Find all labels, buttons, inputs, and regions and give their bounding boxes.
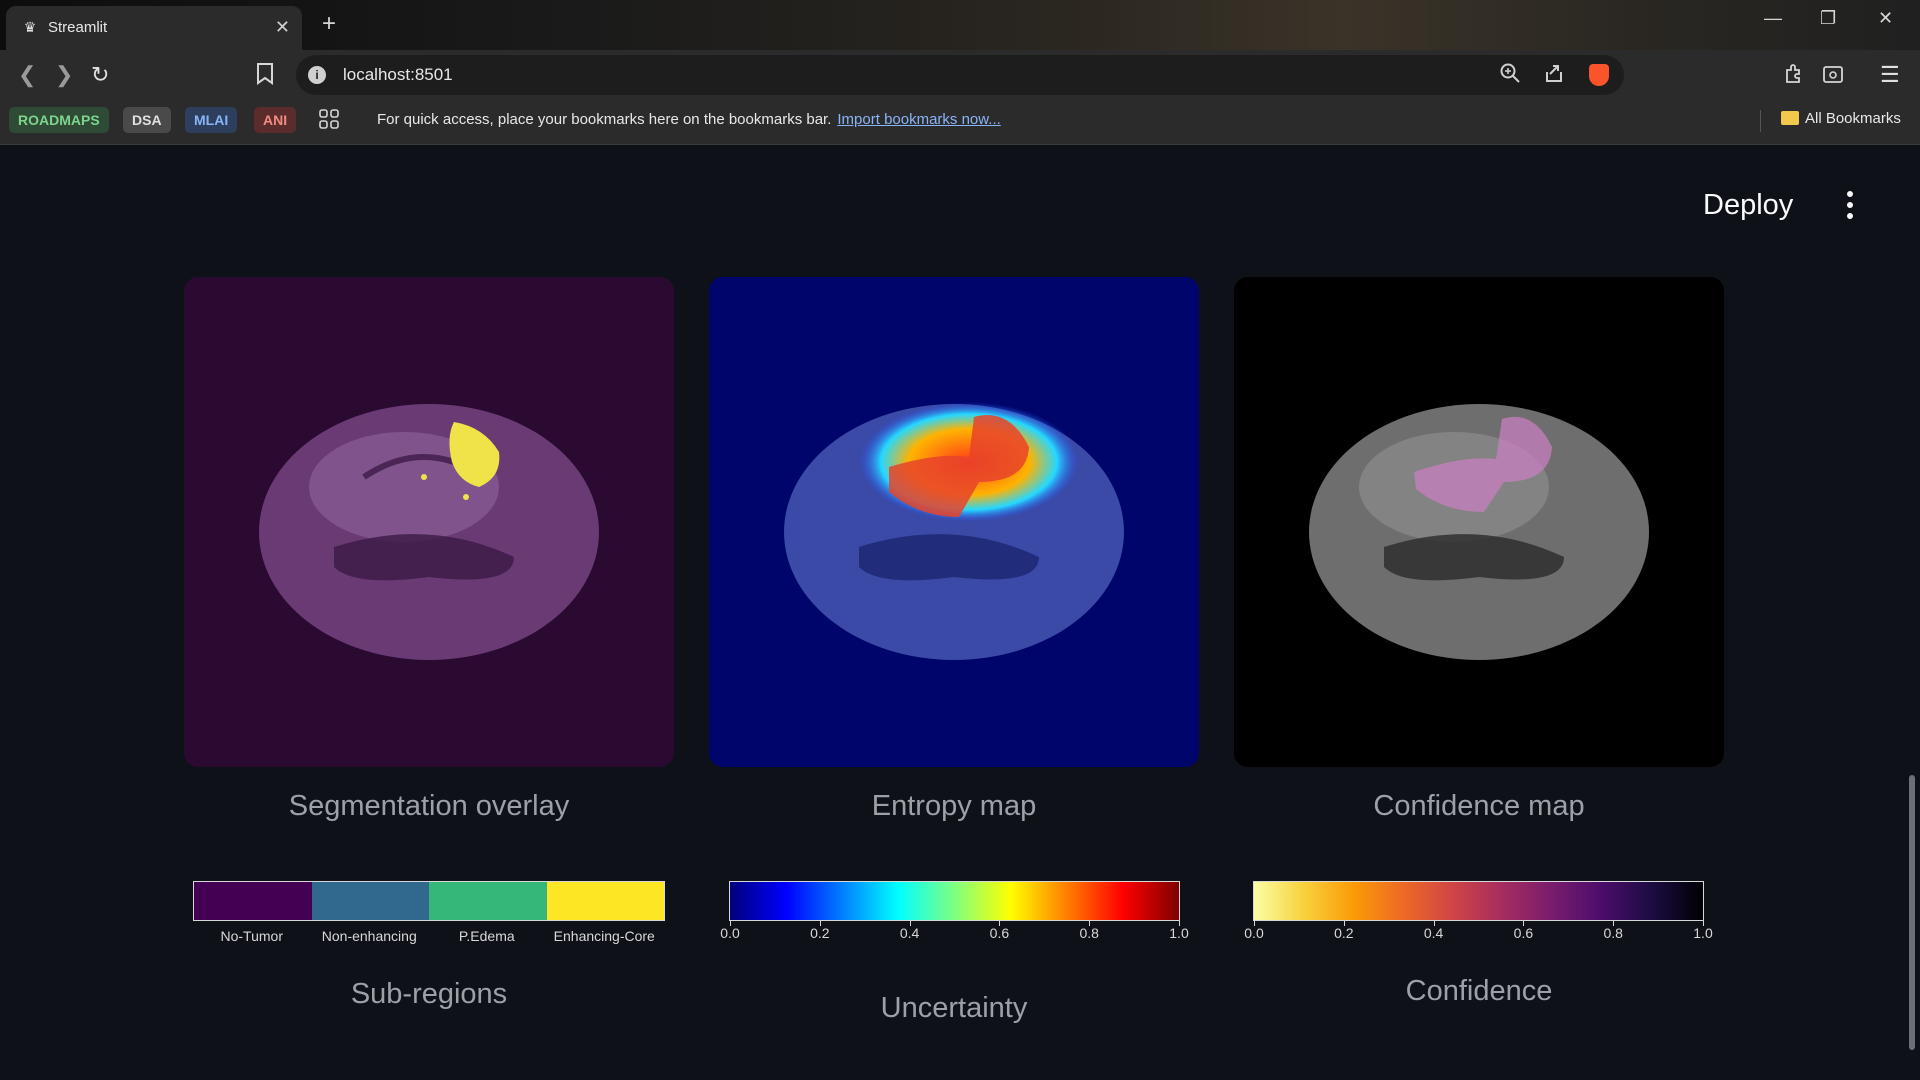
subregion-swatch-2 [429,882,547,920]
bookmark-page-icon[interactable] [256,63,274,91]
subregion-label-3: Enhancing-Core [553,928,655,944]
caption-confidence-map: Confidence map [1373,790,1585,822]
streamlit-favicon-icon: ♛ [23,19,37,35]
share-icon[interactable] [1544,63,1564,89]
main-menu-icon[interactable] [1843,191,1857,223]
confidence-title: Confidence [1405,975,1553,1007]
subregion-label-0: No-Tumor [220,928,284,944]
entropy-map-image [709,277,1199,767]
close-window-icon[interactable]: ✕ [1878,8,1893,28]
subregions-legend [193,881,665,921]
forward-icon[interactable]: ❯ [55,62,73,88]
browser-tab[interactable]: ♛ Streamlit ✕ [6,6,302,50]
all-bookmarks-button[interactable]: All Bookmarks [1781,110,1901,127]
confidence-map-image [1234,277,1724,767]
confidence-tick-label-1: 0.2 [1334,925,1354,941]
subregion-swatch-3 [546,882,664,920]
bookmark-mlai[interactable]: MLAI [185,107,238,133]
minimize-window-icon[interactable]: — [1764,8,1782,28]
uncertainty-tick-label-0: 0.0 [720,925,740,941]
confidence-colorbar [1253,881,1704,921]
deploy-button[interactable]: Deploy [1703,189,1793,222]
page-scrollbar[interactable] [1909,775,1915,1050]
bookmark-ani[interactable]: ANI [254,107,297,133]
uncertainty-title: Uncertainty [880,992,1028,1024]
zoom-icon[interactable] [1500,63,1520,89]
caption-entropy-map: Entropy map [871,790,1037,822]
bookmark-roadmaps[interactable]: ROADMAPS [9,107,109,133]
subregions-title: Sub-regions [350,978,508,1010]
uncertainty-tick-label-2: 0.4 [899,925,920,941]
browser-tab-strip: ♛ Streamlit ✕ + — ❐ ✕ [0,0,1920,50]
address-bar[interactable]: i localhost:8501 [296,55,1624,95]
new-tab-icon[interactable]: + [322,10,336,38]
folder-icon [1781,111,1799,125]
streamlit-app: Deploy Segmentation overlay Entropy map … [0,145,1920,1080]
reload-icon[interactable]: ↻ [91,62,109,88]
uncertainty-colorbar [729,881,1180,921]
browser-toolbar: ❮ ❯ ↻ i localhost:8501 ☰ [0,50,1920,100]
url-text[interactable]: localhost:8501 [343,65,453,85]
uncertainty-tick-label-1: 0.2 [810,925,830,941]
bookmarks-divider [1760,110,1761,132]
subregion-label-2: P.Edema [458,928,515,944]
back-icon[interactable]: ❮ [18,62,36,88]
confidence-tick-label-0: 0.0 [1244,925,1264,941]
segmentation-overlay-image [184,277,674,767]
wallet-icon[interactable] [1822,63,1844,91]
tab-close-icon[interactable]: ✕ [275,16,290,38]
brave-shield-icon[interactable] [1589,64,1609,86]
bookmarks-message: For quick access, place your bookmarks h… [377,111,1001,128]
confidence-tick-label-5: 1.0 [1693,925,1713,941]
caption-segmentation-overlay: Segmentation overlay [288,790,570,822]
subregion-swatch-1 [311,882,429,920]
browser-menu-icon[interactable]: ☰ [1880,62,1900,88]
bookmarks-bar: ROADMAPS DSA MLAI ANI For quick access, … [0,100,1920,145]
bookmark-dsa[interactable]: DSA [123,107,171,133]
confidence-tick-label-4: 0.8 [1603,925,1623,941]
site-info-icon[interactable]: i [308,66,326,84]
subregion-swatch-0 [194,882,312,920]
uncertainty-tick-label-5: 1.0 [1169,925,1189,941]
tab-title: Streamlit [48,19,108,36]
restore-window-icon[interactable]: ❐ [1820,8,1836,28]
subregion-label-1: Non-enhancing [321,928,417,944]
import-bookmarks-link[interactable]: Import bookmarks now... [837,111,1000,128]
confidence-tick-label-3: 0.6 [1513,925,1534,941]
extensions-icon[interactable] [1784,63,1806,91]
apps-grid-icon[interactable] [318,108,340,137]
confidence-tick-label-2: 0.4 [1423,925,1444,941]
uncertainty-tick-label-3: 0.6 [989,925,1010,941]
uncertainty-tick-label-4: 0.8 [1079,925,1099,941]
